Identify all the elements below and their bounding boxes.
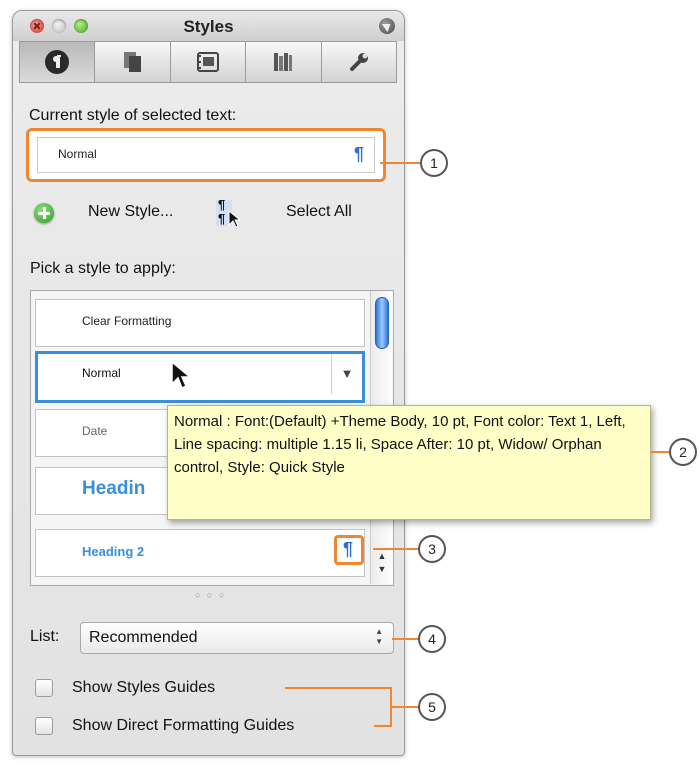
wrench-icon [349, 53, 368, 71]
style-options-dropdown[interactable]: ▼ [331, 354, 362, 394]
new-style-icon[interactable] [34, 203, 54, 223]
callout-line [373, 548, 418, 550]
copy-pages-icon [123, 52, 141, 72]
paragraph-style-icon: ¶ [353, 144, 364, 164]
scrollbar-thumb[interactable] [375, 297, 389, 349]
callout-4: 4 [418, 625, 446, 653]
style-description-tooltip: Normal : Font:(Default) +Theme Body, 10 … [167, 405, 651, 520]
title-bar[interactable]: Styles [13, 11, 404, 41]
current-style-label: Current style of selected text: [29, 107, 237, 124]
mouse-pointer-icon [171, 360, 193, 390]
list-item-label: Normal [82, 366, 121, 380]
tab-media[interactable] [170, 41, 247, 83]
tab-formatting[interactable] [95, 41, 171, 83]
show-styles-guides-label[interactable]: Show Styles Guides [72, 679, 215, 697]
list-filter-value: Recommended [89, 629, 198, 646]
select-all-button[interactable]: Select All [286, 203, 352, 221]
callout-3: 3 [418, 535, 446, 563]
callout-5: 5 [418, 693, 446, 721]
updown-arrows-icon: ▲ ▼ [375, 627, 383, 646]
paragraph-icon [45, 50, 70, 74]
callout-line [392, 706, 418, 708]
palette-toolbar [19, 41, 398, 83]
list-item-heading-2[interactable]: Heading 2 ¶ [35, 529, 365, 577]
tab-tools[interactable] [321, 41, 398, 83]
list-label: List: [30, 628, 60, 645]
select-all-icon[interactable]: ¶ ¶ [216, 198, 242, 228]
list-item-clear-formatting[interactable]: Clear Formatting [35, 299, 365, 347]
list-item-label: Clear Formatting [82, 314, 172, 328]
navigation-icon[interactable] [379, 18, 395, 34]
callout-1: 1 [420, 149, 448, 177]
new-style-button[interactable]: New Style... [88, 203, 173, 221]
show-direct-formatting-guides-label[interactable]: Show Direct Formatting Guides [72, 717, 294, 735]
pick-style-label: Pick a style to apply: [30, 260, 176, 277]
books-icon [274, 53, 293, 71]
callout-line [651, 451, 669, 453]
list-item-label: Date [82, 424, 108, 438]
list-item-normal[interactable]: Normal ▼ [35, 351, 365, 403]
paragraph-mark-highlight: ¶ [334, 535, 364, 565]
list-item-label: Heading 2 [82, 544, 145, 559]
tab-styles[interactable] [19, 41, 96, 83]
show-styles-guides-checkbox[interactable] [35, 679, 53, 697]
show-direct-formatting-guides-checkbox[interactable] [35, 717, 53, 735]
callout-2: 2 [669, 438, 697, 466]
callout-line [285, 687, 392, 689]
paragraph-style-icon: ¶ [343, 539, 354, 559]
callout-line [380, 162, 420, 164]
image-gallery-icon [197, 52, 220, 72]
tab-references[interactable] [246, 41, 322, 83]
callout-line [392, 638, 418, 640]
resize-handle[interactable]: ○ ○ ○ [195, 590, 226, 600]
current-style-highlight: Normal ¶ [26, 128, 386, 182]
list-item-label: Headin [82, 478, 146, 499]
list-filter-select[interactable]: Recommended ▲ ▼ [80, 622, 394, 654]
current-style-value: Normal [58, 147, 97, 161]
window-title: Styles [183, 17, 234, 36]
current-style-field: Normal ¶ [37, 137, 375, 173]
scroll-arrows[interactable]: ▲ ▼ [375, 550, 389, 578]
